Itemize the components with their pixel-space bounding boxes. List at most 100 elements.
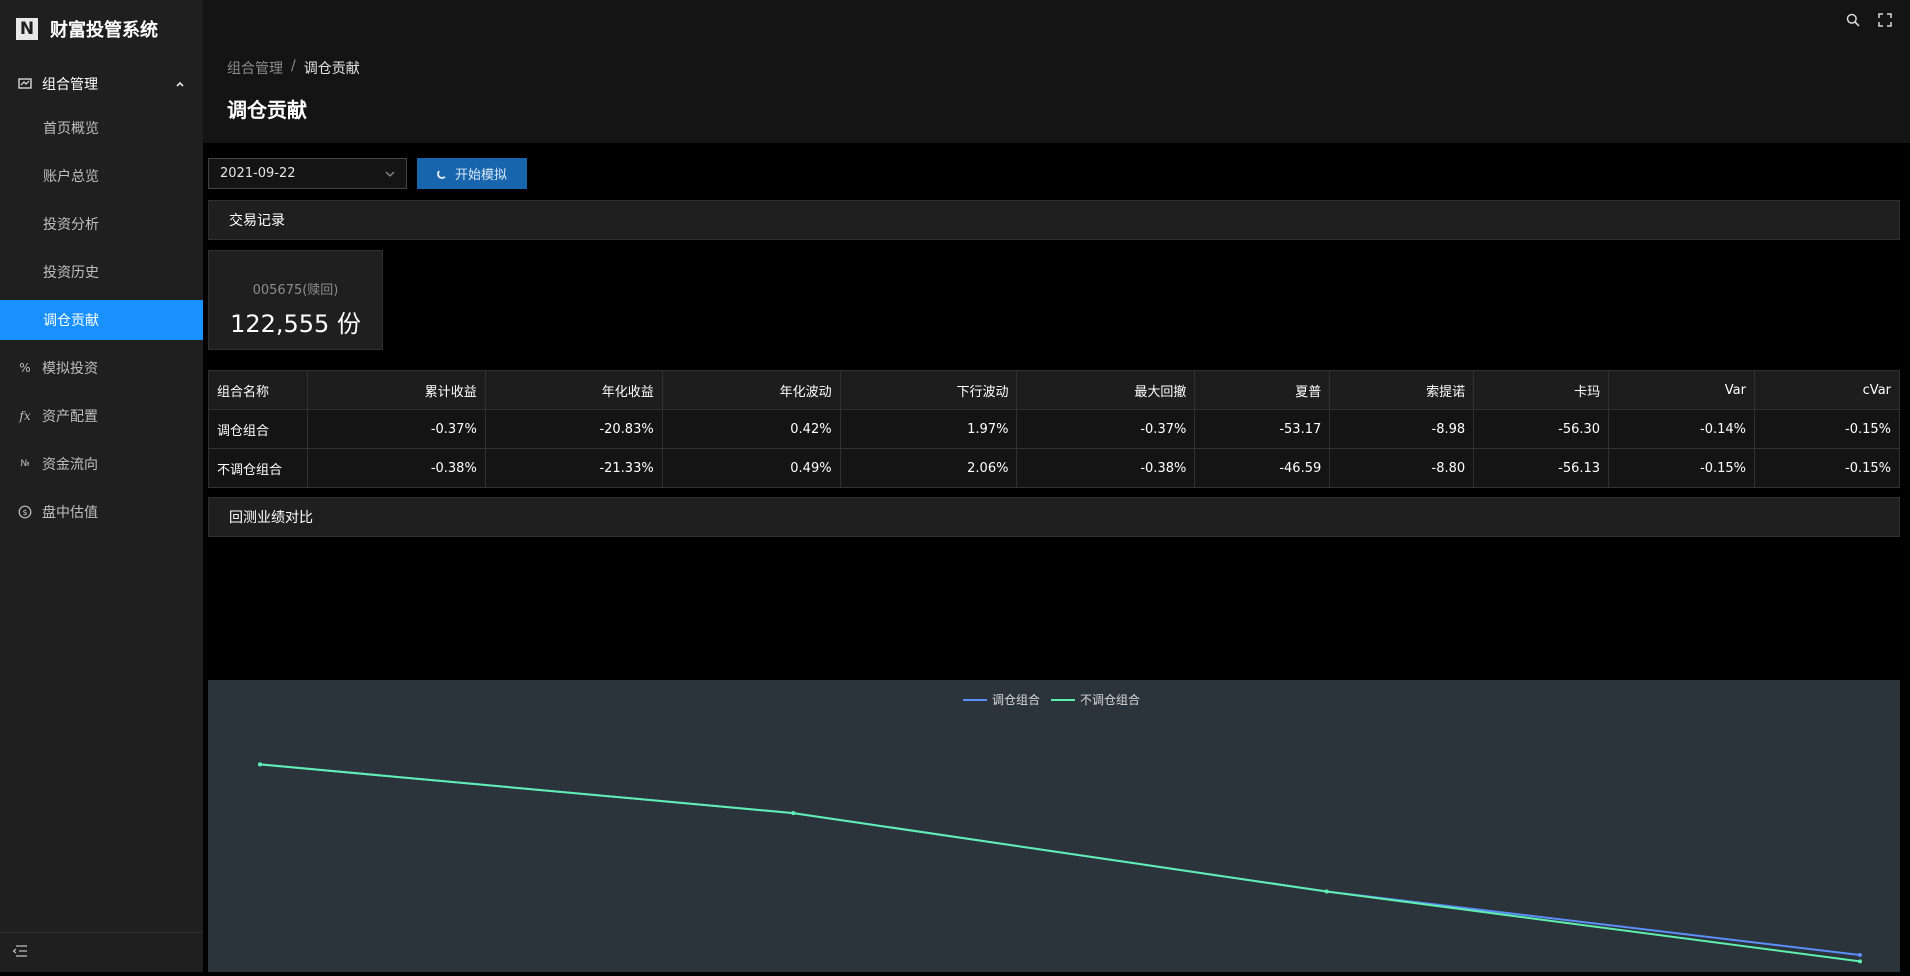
legend-label: 不调仓组合 — [1080, 692, 1140, 707]
column-header: 累计收益 — [306, 370, 486, 410]
dollar-circle-icon: $ — [18, 505, 32, 519]
sidebar-item-asset-allocation[interactable]: fx 资产配置 — [0, 396, 203, 436]
date-select-value: 2021-09-22 — [220, 166, 296, 181]
table-header-row: 组合名称 累计收益 年化收益 年化波动 下行波动 最大回撤 夏普 索提诺 卡玛 … — [208, 370, 1900, 410]
backtest-chart-svg: 1.001.001.001.001.002021-11-232021-11-24… — [228, 229, 1862, 976]
table-cell: -46.59 — [1194, 448, 1331, 488]
column-header: 最大回撤 — [1016, 370, 1196, 410]
breadcrumb: 组合管理 / 调仓贡献 — [227, 58, 360, 78]
table-cell: 2.06% — [839, 448, 1018, 488]
table-cell: -0.15% — [1754, 448, 1900, 488]
table-cell: 0.42% — [661, 409, 841, 449]
table-cell: -0.15% — [1754, 409, 1900, 449]
table-cell: -0.15% — [1608, 448, 1755, 488]
metrics-table: 组合名称 累计收益 年化收益 年化波动 下行波动 最大回撤 夏普 索提诺 卡玛 … — [208, 370, 1900, 488]
sidebar-item-simulated-investment[interactable]: % 模拟投资 — [0, 348, 203, 388]
backtest-title: 回测业绩对比 — [229, 510, 313, 526]
portfolio-icon — [18, 77, 32, 91]
sidebar-item-label: 资产配置 — [42, 409, 98, 425]
data-point — [1324, 889, 1329, 894]
sidebar: N 财富投管系统 组合管理 首页概览 账户总览 投资分析 投资历史 调仓贡献 %… — [0, 0, 203, 972]
percent-icon: % — [19, 361, 31, 375]
table-cell: -8.80 — [1329, 448, 1475, 488]
sidebar-item-label: 资金流向 — [42, 457, 98, 473]
number-icon: № — [20, 459, 30, 469]
column-header: 下行波动 — [839, 370, 1018, 410]
column-header: 索提诺 — [1329, 370, 1475, 410]
breadcrumb-item-current: 调仓贡献 — [303, 61, 360, 77]
start-simulation-button[interactable]: 开始模拟 — [417, 158, 527, 189]
table-row: 不调仓组合 -0.38% -21.33% 0.49% 2.06% -0.38% … — [208, 448, 1900, 488]
series-line — [259, 763, 1861, 957]
sidebar-item-fund-flow[interactable]: № 资金流向 — [0, 444, 203, 484]
app-title: 财富投管系统 — [50, 20, 158, 41]
data-point — [1858, 959, 1862, 964]
column-header: 卡玛 — [1473, 370, 1610, 410]
trade-records-title: 交易记录 — [229, 213, 285, 229]
date-select[interactable]: 2021-09-22 — [208, 158, 407, 189]
table-cell: -20.83% — [484, 409, 663, 449]
column-header: Var — [1608, 370, 1755, 410]
table-row: 调仓组合 -0.37% -20.83% 0.42% 1.97% -0.37% -… — [208, 409, 1900, 449]
backtest-header: 回测业绩对比 — [208, 497, 1900, 537]
table-cell: -0.14% — [1608, 409, 1755, 449]
page-header: 组合管理 / 调仓贡献 调仓贡献 — [203, 0, 1910, 143]
header-actions — [1846, 12, 1892, 31]
table-cell: -0.38% — [306, 448, 486, 488]
column-header: 年化波动 — [661, 370, 841, 410]
table-cell: 1.97% — [839, 409, 1018, 449]
main-content: 2021-09-22 开始模拟 交易记录 005675(赎回) 122,555 … — [203, 143, 1910, 976]
trade-record-label: 005675(赎回) — [252, 283, 339, 298]
legend-label: 调仓组合 — [992, 692, 1040, 707]
sidebar-group-portfolio[interactable]: 组合管理 — [0, 60, 203, 108]
chevron-up-icon[interactable] — [175, 77, 185, 93]
breadcrumb-separator: / — [291, 58, 296, 74]
toolbar: 2021-09-22 开始模拟 — [208, 158, 527, 189]
table-cell: 0.49% — [661, 448, 841, 488]
data-point — [258, 762, 262, 767]
sidebar-item-investment-history[interactable]: 投资历史 — [0, 252, 203, 292]
trade-records-header: 交易记录 — [208, 200, 1900, 240]
trade-record-value: 122,555 份 — [230, 310, 361, 338]
svg-text:$: $ — [22, 508, 27, 517]
sidebar-item-label: 盘中估值 — [42, 505, 98, 521]
sidebar-item-home-overview[interactable]: 首页概览 — [0, 108, 203, 148]
sidebar-collapse-toggle[interactable] — [0, 932, 203, 972]
fullscreen-icon[interactable] — [1878, 12, 1892, 31]
menu-fold-icon — [12, 943, 28, 962]
backtest-chart: 1.001.001.001.001.002021-11-232021-11-24… — [208, 229, 1900, 976]
table-cell: -0.38% — [1016, 448, 1196, 488]
app-logo[interactable]: N 财富投管系统 — [0, 0, 203, 58]
data-point — [791, 811, 796, 816]
table-cell: -8.98 — [1329, 409, 1475, 449]
table-cell: -0.37% — [1016, 409, 1196, 449]
table-cell: -0.37% — [306, 409, 486, 449]
sidebar-group-label: 组合管理 — [42, 77, 98, 93]
sidebar-menu: 组合管理 首页概览 账户总览 投资分析 投资历史 调仓贡献 % 模拟投资 fx … — [0, 60, 203, 540]
logo-icon: N — [16, 18, 38, 40]
table-cell: 调仓组合 — [208, 409, 308, 449]
column-header: 组合名称 — [208, 370, 308, 410]
function-icon: fx — [19, 409, 31, 423]
table-cell: -53.17 — [1194, 409, 1331, 449]
loading-icon — [436, 168, 447, 179]
chevron-down-icon — [384, 168, 396, 184]
column-header: 夏普 — [1194, 370, 1331, 410]
table-cell: 不调仓组合 — [208, 448, 308, 488]
table-cell: -21.33% — [484, 448, 663, 488]
sidebar-item-intraday-valuation[interactable]: $ 盘中估值 — [0, 492, 203, 532]
data-point — [1858, 953, 1862, 958]
table-cell: -56.30 — [1473, 409, 1610, 449]
search-icon[interactable] — [1846, 12, 1860, 31]
table-cell: -56.13 — [1473, 448, 1610, 488]
start-simulation-label: 开始模拟 — [454, 168, 507, 183]
sidebar-item-account-overview[interactable]: 账户总览 — [0, 156, 203, 196]
page-title: 调仓贡献 — [227, 98, 307, 122]
trade-record-card: 005675(赎回) 122,555 份 — [208, 250, 383, 350]
sidebar-item-label: 模拟投资 — [42, 361, 98, 377]
series-line — [259, 763, 1861, 963]
column-header: cVar — [1754, 370, 1900, 410]
sidebar-item-rebalance-contribution[interactable]: 调仓贡献 — [0, 300, 203, 340]
sidebar-item-investment-analysis[interactable]: 投资分析 — [0, 204, 203, 244]
breadcrumb-item-portfolio[interactable]: 组合管理 — [227, 58, 283, 78]
